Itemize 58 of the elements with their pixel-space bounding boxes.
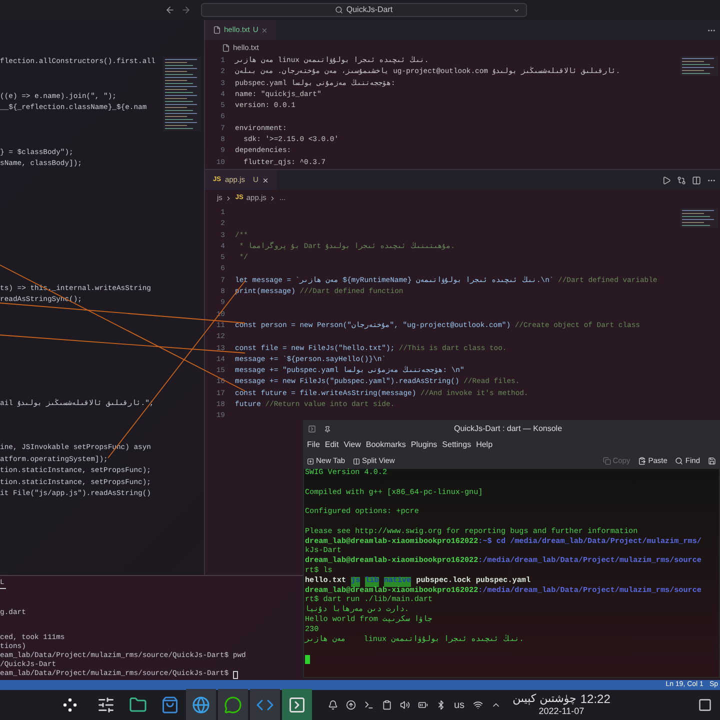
notification-icon[interactable] [328,700,338,710]
folder-icon[interactable] [129,696,147,714]
menu-item[interactable]: Settings [442,439,472,451]
text-cursor [232,670,238,678]
launcher-icon[interactable] [62,697,78,713]
paste-icon [638,457,646,465]
menu-item[interactable]: Edit [324,439,339,451]
volume-icon[interactable] [400,700,410,710]
terminal-icon [288,696,306,714]
search-icon [675,457,684,465]
show-desktop-icon[interactable] [698,698,712,712]
back-icon[interactable] [165,5,175,15]
compare-icon[interactable] [677,176,686,184]
taskbar-app-button[interactable] [218,689,248,720]
clock-period: چۈشتىن كېيىن [512,693,576,705]
keyboard-layout[interactable]: us [454,698,465,712]
menu-item[interactable]: Bookmarks [366,439,406,451]
chevron-right-icon [225,194,232,202]
run-icon[interactable] [662,176,671,184]
window-title: QuickJs-Dart : dart — Konsole [454,423,562,435]
store-icon[interactable] [161,696,179,714]
new-tab-icon [307,458,314,464]
terminal-icon[interactable] [364,700,374,710]
split-editor-icon[interactable] [692,176,701,184]
menu-item[interactable]: View [344,439,361,451]
terminal-icon [308,425,316,433]
save-icon[interactable] [708,457,716,465]
browser-icon [192,696,210,714]
file-icon [213,26,221,34]
clock-date: 2022-11-07 [538,705,584,717]
update-icon[interactable] [346,700,356,710]
menu-item[interactable]: File [307,439,320,451]
taskbar-app-button[interactable] [282,689,312,720]
taskbar-app-button[interactable] [250,689,280,720]
wifi-icon[interactable] [472,700,483,710]
clipboard-icon[interactable] [382,700,392,710]
menu-item[interactable]: Help [476,439,493,451]
battery-icon[interactable] [418,700,428,710]
clock-time: 12:22 [580,693,610,705]
pin-icon[interactable] [324,426,331,432]
taskbar-app-button[interactable] [186,689,216,720]
close-icon[interactable] [262,176,270,184]
minimap[interactable] [680,208,718,228]
chevron-right-icon [269,194,276,202]
search-icon [335,6,344,14]
search-field[interactable]: QuickJs-Dart [201,3,527,17]
forward-icon[interactable] [181,5,191,15]
chevron-down-icon[interactable] [513,6,520,14]
task-manager-icon[interactable] [97,696,115,714]
text-cursor [305,655,310,664]
chat-icon [224,696,242,714]
file-icon [222,44,230,52]
split-view-icon [353,458,360,464]
menu-item[interactable]: Plugins [410,439,438,451]
minimap[interactable] [163,57,201,131]
bluetooth-icon[interactable] [436,700,446,710]
copy-icon [602,457,611,465]
minimap[interactable] [680,56,718,76]
